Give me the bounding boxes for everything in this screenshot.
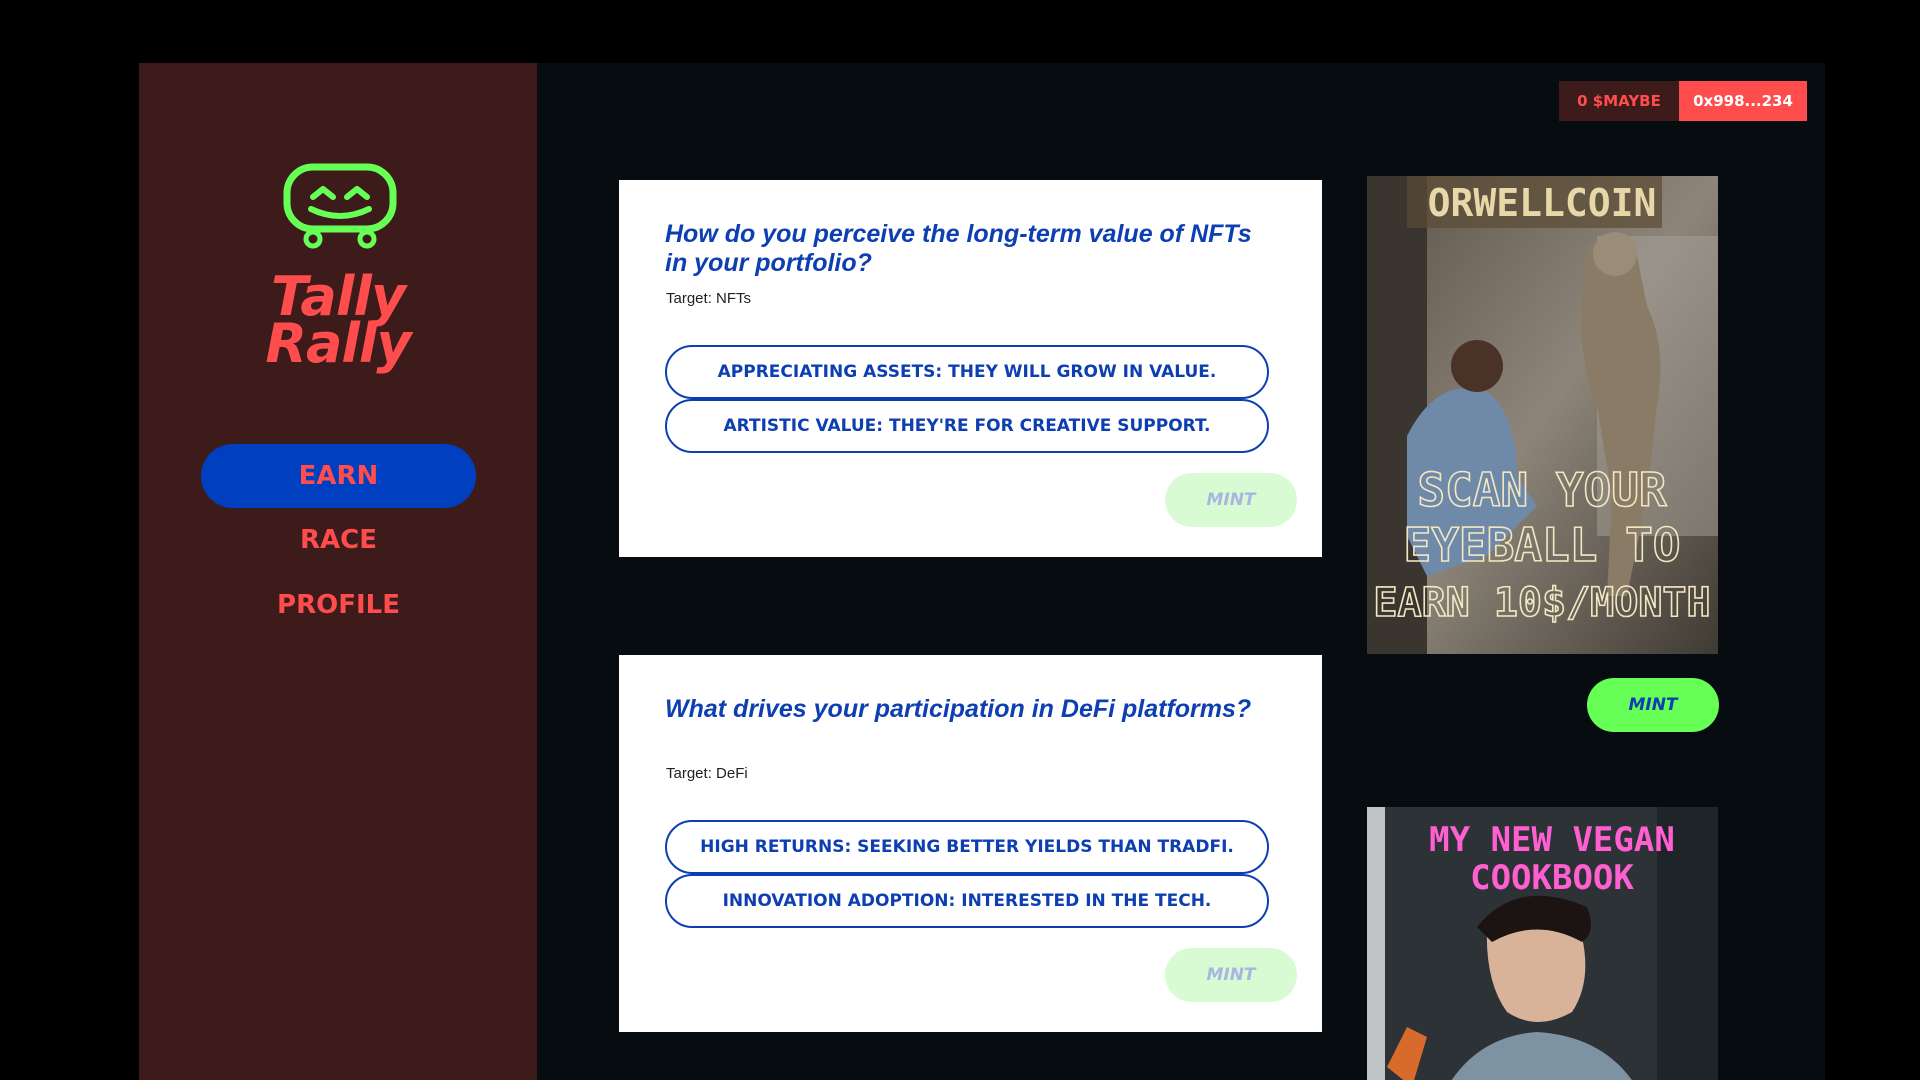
mint-button-disabled[interactable]: MINT — [1165, 948, 1297, 1002]
nft-image-vegan-cookbook: MY NEW VEGAN COOKBOOK — [1367, 807, 1718, 1080]
answer-option[interactable]: ARTISTIC VALUE: THEY'RE FOR CREATIVE SUP… — [665, 399, 1269, 453]
question-target: Target: DeFi — [666, 765, 748, 782]
nft-caption-line: SCAN YOUR — [1417, 463, 1667, 517]
question-title: What drives your participation in DeFi p… — [665, 695, 1252, 723]
nft-caption-line: MY NEW VEGAN — [1429, 820, 1675, 860]
wallet-address-button[interactable]: 0x998...234 — [1679, 81, 1807, 121]
nav-item-race[interactable]: RACE — [201, 508, 476, 572]
mint-button[interactable]: MINT — [1587, 678, 1719, 732]
app-name-line2: Rally — [265, 312, 411, 375]
question-card: How do you perceive the long-term value … — [619, 180, 1322, 557]
app-frame: Tally Rally EARN RACE PROFILE 0 $MAYBE 0… — [139, 63, 1825, 1080]
nav-item-profile[interactable]: PROFILE — [201, 573, 476, 637]
question-title: How do you perceive the long-term value … — [665, 220, 1252, 277]
wallet-widget: 0 $MAYBE 0x998...234 — [1559, 81, 1807, 121]
answer-option[interactable]: APPRECIATING ASSETS: THEY WILL GROW IN V… — [665, 345, 1269, 399]
question-target: Target: NFTs — [666, 290, 752, 307]
app-logo-text: Tally Rally — [139, 270, 537, 375]
nft-caption-line: EARN 10$/MONTH — [1373, 580, 1710, 626]
nft-top-text: ORWELLCOIN — [1428, 181, 1657, 225]
question-card: What drives your participation in DeFi p… — [619, 655, 1322, 1032]
sidebar: Tally Rally EARN RACE PROFILE — [139, 63, 537, 1080]
nft-caption-line: EYEBALL TO — [1404, 518, 1681, 572]
mint-button-disabled[interactable]: MINT — [1165, 473, 1297, 527]
nft-image-orwellcoin: ORWELLCOIN SCAN YOUR EYEBALL TO EARN 10$… — [1367, 176, 1718, 654]
nft-artwork: MY NEW VEGAN COOKBOOK — [1367, 807, 1718, 1080]
smiley-cart-icon — [283, 163, 397, 249]
nft-artwork: ORWELLCOIN SCAN YOUR EYEBALL TO EARN 10$… — [1367, 176, 1718, 654]
nft-caption-line: COOKBOOK — [1470, 858, 1634, 898]
answer-option[interactable]: INNOVATION ADOPTION: INTERESTED IN THE T… — [665, 874, 1269, 928]
token-balance: 0 $MAYBE — [1559, 81, 1679, 121]
answer-option[interactable]: HIGH RETURNS: SEEKING BETTER YIELDS THAN… — [665, 820, 1269, 874]
nav-item-earn[interactable]: EARN — [201, 444, 476, 508]
